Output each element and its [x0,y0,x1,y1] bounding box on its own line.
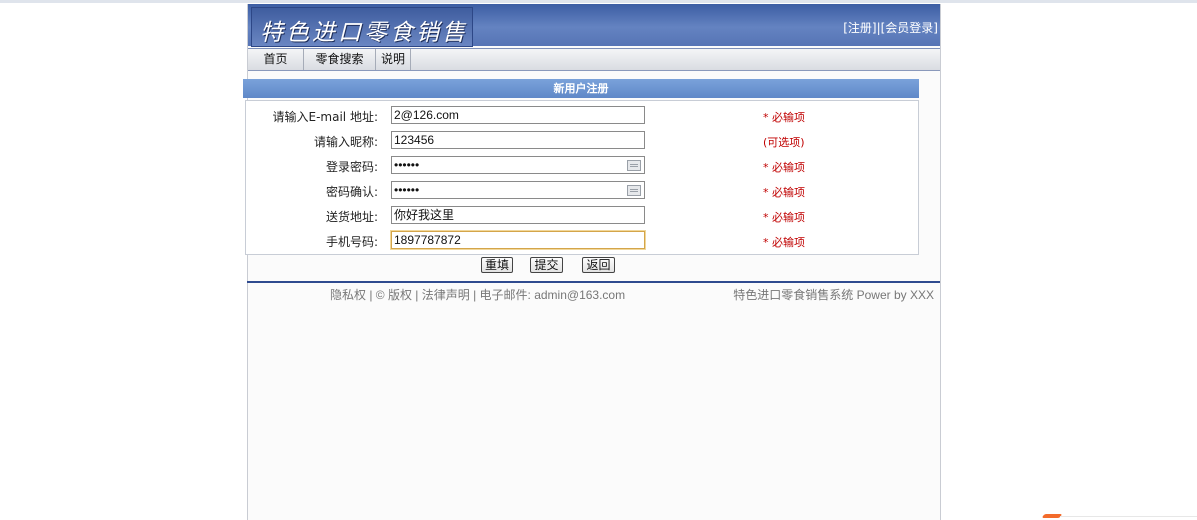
form-row-email: 请输入E-mail 地址: 2@126.com * 必输项 [246,102,918,127]
submit-button[interactable]: 提交 [530,257,563,273]
email-field[interactable]: 2@126.com [391,106,645,124]
address-label: 送货地址: [325,210,378,224]
site-logo[interactable]: 特色进口零食销售 [251,7,473,47]
registration-form: 请输入E-mail 地址: 2@126.com * 必输项 请输入昵称: 123… [245,100,919,255]
reset-button[interactable]: 重填 [481,257,513,273]
password-confirm-label: 密码确认: [325,185,378,199]
email-label: 请输入E-mail 地址: [272,110,378,124]
phone-label: 手机号码: [325,235,378,249]
keyboard-icon[interactable] [627,185,641,196]
form-row-phone: 手机号码: 1897787872 * 必输项 [246,227,918,252]
password-field[interactable]: •••••• [391,156,645,174]
form-row-address: 送货地址: 你好我这里 * 必输项 [246,202,918,227]
email-required-note: * 必输项 [763,111,805,124]
login-link[interactable]: [会员登录] [881,21,938,35]
password-confirm-required-note: * 必输项 [763,186,805,199]
section-title: 新用户注册 [243,79,919,98]
back-button[interactable]: 返回 [582,257,615,273]
auth-links: [注册]|[会员登录] [843,19,938,36]
password-mask: •••••• [394,158,420,172]
nickname-label: 请输入昵称: [313,135,378,149]
address-field[interactable]: 你好我这里 [391,206,645,224]
phone-field[interactable]: 1897787872 [391,231,645,249]
form-row-password: 登录密码: •••••• * 必输项 [246,152,918,177]
bottom-right-edge [1060,516,1197,517]
address-required-note: * 必输项 [763,211,805,224]
nav-item-home[interactable]: 首页 [248,49,304,70]
nickname-field[interactable]: 123456 [391,131,645,149]
password-label: 登录密码: [325,160,378,174]
form-row-nickname: 请输入昵称: 123456 (可选项) [246,127,918,152]
register-link[interactable]: [注册] [843,21,876,35]
header-banner: 特色进口零食销售 [注册]|[会员登录] [248,4,940,47]
password-confirm-mask: •••••• [394,183,420,197]
footer-credits: 特色进口零食销售系统 Power by XXX [733,288,934,302]
site-logo-text: 特色进口零食销售 [260,20,468,46]
footer-links: 隐私权 | © 版权 | 法律声明 | 电子邮件: admin@163.com [330,288,626,302]
nav-item-snack-search[interactable]: 零食搜索 [304,49,376,70]
password-confirm-field[interactable]: •••••• [391,181,645,199]
phone-required-note: * 必输项 [763,236,805,249]
keyboard-icon[interactable] [627,160,641,171]
footer-divider [247,281,940,283]
nav-item-help[interactable]: 说明 [376,49,411,70]
nickname-optional-note: (可选项) [763,136,805,149]
main-nav: 首页 零食搜索 说明 [248,48,940,71]
password-required-note: * 必输项 [763,161,805,174]
browser-top-strip [0,0,1197,3]
form-row-password-confirm: 密码确认: •••••• * 必输项 [246,177,918,202]
